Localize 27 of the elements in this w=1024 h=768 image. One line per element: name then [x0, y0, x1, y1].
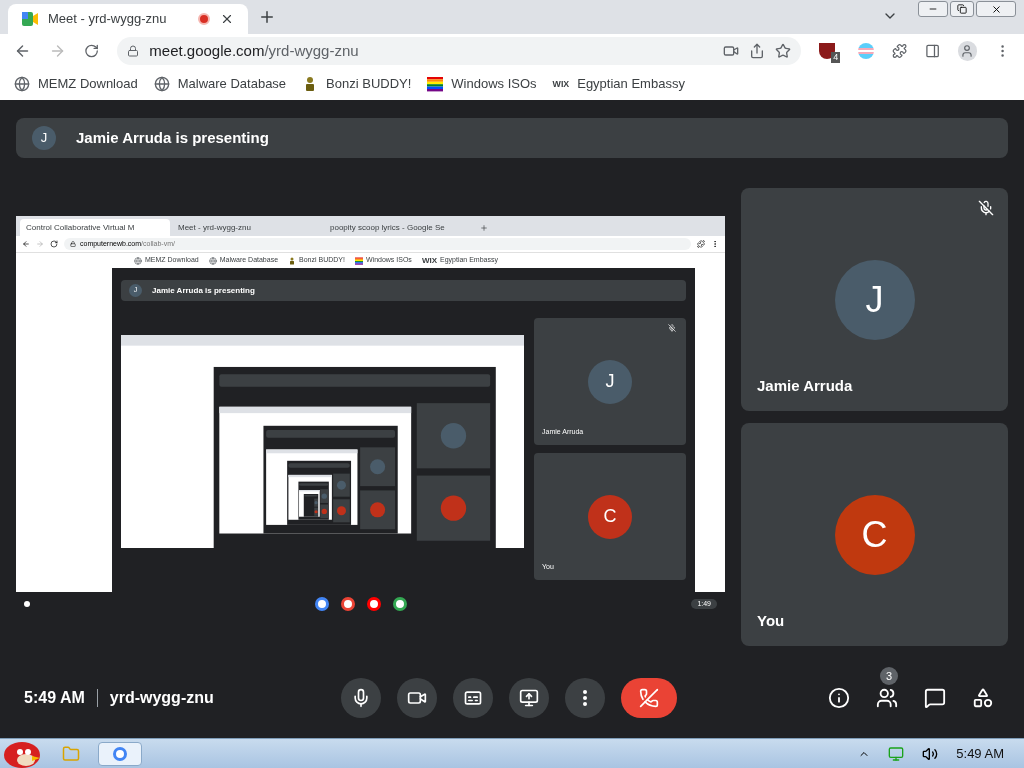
meeting-code: yrd-wygg-znu [109, 688, 214, 708]
bookmark[interactable]: WIX Egyptian Embassy [552, 74, 685, 94]
meeting-time: 5:49 AM [24, 688, 85, 708]
participant-name: Jamie Arruda [757, 375, 853, 396]
browser-tab[interactable]: poopity scoop lyrics - Google Se [324, 219, 474, 236]
avatar: J [834, 259, 915, 340]
participant-name: You [757, 610, 785, 631]
bookmark[interactable]: MEMZ Download [14, 74, 138, 94]
taskbar-clock: 5:49 AM [956, 744, 1004, 763]
avatar: J [588, 359, 632, 404]
people-count-badge: 3 [880, 667, 898, 685]
address-bar[interactable]: meet.google.com/yrd-wygg-znu [117, 37, 802, 65]
url-text: meet.google.com/yrd-wygg-znu [149, 40, 360, 61]
avatar: J [32, 126, 56, 150]
wix-logo: WIX [421, 256, 437, 265]
bookmark[interactable]: Malware Database [153, 74, 287, 94]
extension-badge: 4 [831, 52, 841, 63]
browser-tab[interactable]: Meet - yrd-wygg-znu [8, 4, 248, 34]
bookmark[interactable]: Bonzi BUDDY! [302, 74, 412, 94]
banner-text: Jamie Arruda is presenting [76, 127, 269, 148]
browser-tab[interactable]: Control Collaborative Virtual M [20, 219, 170, 236]
bookmark[interactable]: Windows ISOs [427, 74, 537, 94]
avatar: C [588, 494, 632, 539]
banner-text: Jamie Arruda is presenting [152, 284, 255, 297]
wix-logo: WIX [552, 79, 570, 89]
avatar: C [834, 494, 915, 575]
browser-tab[interactable]: Meet - yrd-wygg-znu [172, 219, 322, 236]
